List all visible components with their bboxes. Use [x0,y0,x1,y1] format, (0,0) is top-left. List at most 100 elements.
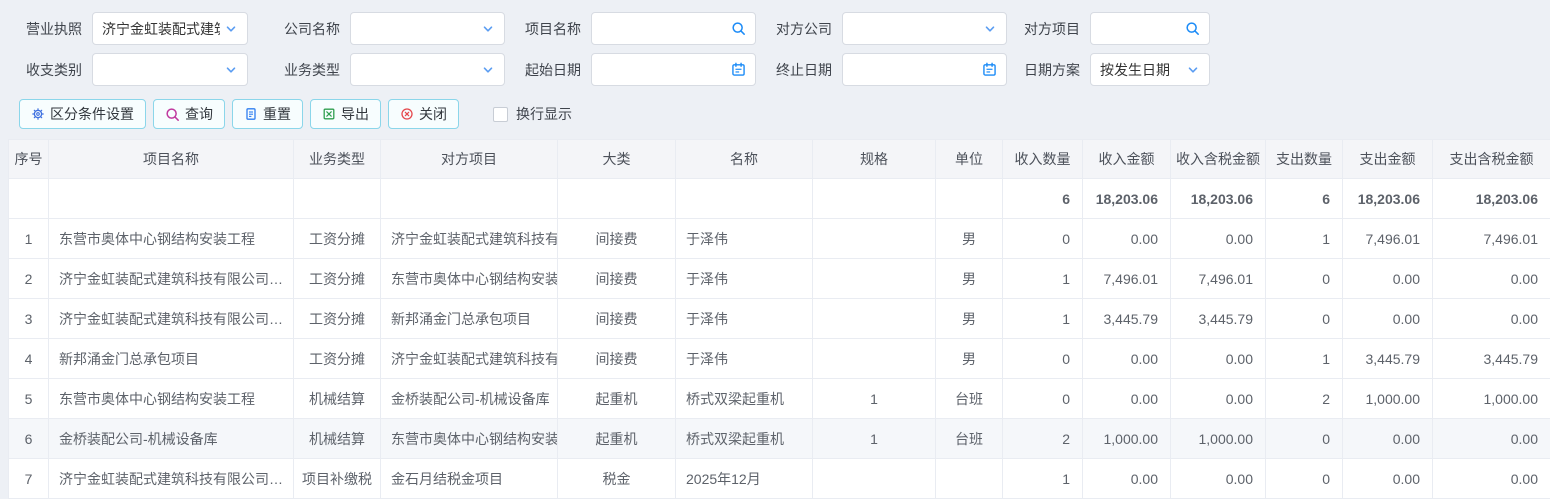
table-row[interactable]: 4新邦涌金门总承包项目工资分摊济宁金虹装配式建筑科技有间接费于泽伟男00.000… [9,339,1550,379]
cell: 新邦涌金门总承包项目 [381,299,558,339]
cell: 2 [1003,419,1083,459]
cell: 0.00 [1433,459,1550,499]
project-name-search[interactable] [591,12,756,45]
cell: 0 [1266,299,1343,339]
reset-button[interactable]: 重置 [232,99,303,129]
cell: 0.00 [1433,259,1550,299]
cell: 0.00 [1343,419,1433,459]
cell: 3 [9,299,49,339]
close-button[interactable]: 关闭 [388,99,459,129]
search-icon[interactable] [1185,21,1200,36]
cell: 0 [1266,459,1343,499]
wrap-display-toggle[interactable]: 换行显示 [493,104,572,124]
company-name-select[interactable] [350,12,505,45]
cell: 1 [1266,219,1343,259]
cell: 6 [9,419,49,459]
column-header-4: 大类 [558,140,676,179]
cell: 东营市奥体中心钢结构安装 [381,419,558,459]
table-row[interactable]: 2济宁金虹装配式建筑科技有限公司…工资分摊东营市奥体中心钢结构安装间接费于泽伟男… [9,259,1550,299]
cell: 2 [1266,379,1343,419]
cell: 台班 [936,419,1003,459]
filter-item-date-scheme: 日期方案按发生日期 [1018,53,1210,86]
document-icon [244,107,258,121]
chevron-down-icon [481,63,495,77]
counterparty-project-search[interactable] [1090,12,1210,45]
filter-label-counterparty-company: 对方公司 [770,19,832,39]
cell [813,259,936,299]
date-scheme-select[interactable]: 按发生日期 [1090,53,1210,86]
table-row[interactable]: 7济宁金虹装配式建筑科技有限公司…项目补缴税金石月结税金项目税金2025年12月… [9,459,1550,499]
cell: 0.00 [1343,299,1433,339]
summary-cell [294,179,381,219]
cell: 2025年12月 [676,459,813,499]
query-button[interactable]: 查询 [153,99,225,129]
cell: 东营市奥体中心钢结构安装工程 [49,219,294,259]
cell [813,459,936,499]
filter-item-counterparty-project: 对方项目 [1018,12,1210,45]
cell: 7 [9,459,49,499]
column-header-3: 对方项目 [381,140,558,179]
filter-label-business-license: 营业执照 [20,19,82,39]
cell: 0 [1003,219,1083,259]
filter-label-income-expense-category: 收支类别 [20,60,82,80]
cell: 间接费 [558,339,676,379]
filter-item-business-type: 业务类型 [278,53,505,86]
cell: 5 [9,379,49,419]
cell [936,459,1003,499]
condition-settings-button[interactable]: 区分条件设置 [19,99,146,129]
cell: 东营市奥体中心钢结构安装工程 [49,379,294,419]
cell: 3,445.79 [1343,339,1433,379]
cell: 7,496.01 [1171,259,1266,299]
table-row[interactable]: 5东营市奥体中心钢结构安装工程机械结算金桥装配公司-机械设备库起重机桥式双梁起重… [9,379,1550,419]
cell: 新邦涌金门总承包项目 [49,339,294,379]
counterparty-company-select[interactable] [842,12,1007,45]
cell: 税金 [558,459,676,499]
cell: 于泽伟 [676,259,813,299]
cell: 0.00 [1343,259,1433,299]
condition-settings-button-label: 区分条件设置 [50,104,134,124]
cell: 男 [936,259,1003,299]
filter-item-end-date: 终止日期 [770,53,1007,86]
cell: 起重机 [558,379,676,419]
income-expense-category-select[interactable] [92,53,248,86]
filter-label-end-date: 终止日期 [770,60,832,80]
results-table: 序号项目名称业务类型对方项目大类名称规格单位收入数量收入金额收入含税金额支出数量… [8,139,1550,499]
reset-button-label: 重置 [263,104,291,124]
summary-cell: 6 [1003,179,1083,219]
table-row[interactable]: 6金桥装配公司-机械设备库机械结算东营市奥体中心钢结构安装起重机桥式双梁起重机1… [9,419,1550,459]
summary-cell [936,179,1003,219]
wrap-display-checkbox [493,107,508,122]
cell: 济宁金虹装配式建筑科技有 [381,219,558,259]
chevron-down-icon [224,22,238,36]
column-header-6: 规格 [813,140,936,179]
cell: 1 [813,419,936,459]
summary-cell [9,179,49,219]
business-license-select[interactable]: 济宁金虹装配式建筑 [92,12,248,45]
search-icon[interactable] [731,21,746,36]
start-date-date[interactable] [591,53,756,86]
cell: 0.00 [1083,459,1171,499]
cell: 1 [1003,299,1083,339]
cell: 0.00 [1171,339,1266,379]
chevron-down-icon [983,22,997,36]
summary-cell [813,179,936,219]
cell: 7,496.01 [1343,219,1433,259]
cell: 1,000.00 [1083,419,1171,459]
table-row[interactable]: 3济宁金虹装配式建筑科技有限公司…工资分摊新邦涌金门总承包项目间接费于泽伟男13… [9,299,1550,339]
filter-label-date-scheme: 日期方案 [1018,60,1080,80]
cell: 2 [9,259,49,299]
export-button[interactable]: 导出 [310,99,381,129]
column-header-1: 项目名称 [49,140,294,179]
business-type-select[interactable] [350,53,505,86]
summary-cell: 18,203.06 [1343,179,1433,219]
table-row[interactable]: 1东营市奥体中心钢结构安装工程工资分摊济宁金虹装配式建筑科技有间接费于泽伟男00… [9,219,1550,259]
cell: 起重机 [558,419,676,459]
table-header-row: 序号项目名称业务类型对方项目大类名称规格单位收入数量收入金额收入含税金额支出数量… [9,140,1550,179]
calendar-icon[interactable] [731,62,746,77]
end-date-date[interactable] [842,53,1007,86]
calendar-icon[interactable] [982,62,997,77]
gear-icon [31,107,45,121]
filter-label-company-name: 公司名称 [278,19,340,39]
filter-item-company-name: 公司名称 [278,12,505,45]
cell: 济宁金虹装配式建筑科技有限公司… [49,299,294,339]
